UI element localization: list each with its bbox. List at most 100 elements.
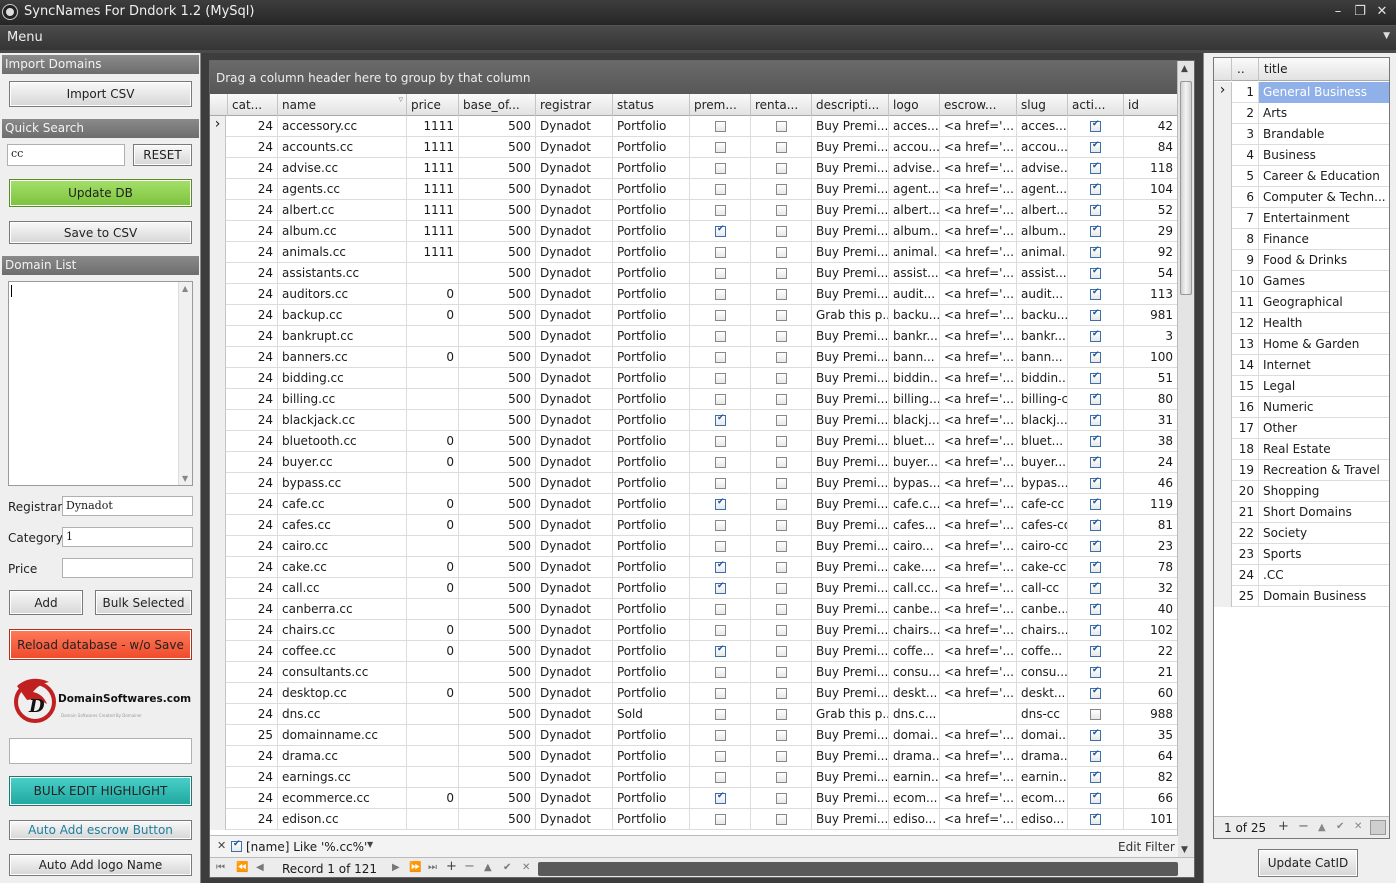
cell-status[interactable]: Portfolio [613,116,690,137]
category-title[interactable]: Food & Drinks [1259,250,1389,271]
cell-rent[interactable] [751,536,812,557]
prem-checkbox[interactable] [715,581,726,594]
search-input[interactable]: cc [7,144,125,166]
cell-rent[interactable] [751,599,812,620]
cell-slug[interactable]: advise... [1017,158,1068,179]
rent-checkbox[interactable] [776,625,787,636]
cell-prem[interactable] [690,137,751,158]
cell-active[interactable] [1068,704,1124,725]
update-db-button[interactable]: Update DB [9,179,192,207]
cell-active[interactable] [1068,179,1124,200]
cell-logo[interactable]: cafes... [889,515,940,536]
cell-rent[interactable] [751,263,812,284]
cell-id[interactable]: 78 [1124,557,1178,578]
category-title[interactable]: Entertainment [1259,208,1389,229]
cell-logo[interactable]: deskt... [889,683,940,704]
cell-desc[interactable]: Buy Premi... [812,557,889,578]
row-indicator[interactable] [1214,418,1232,439]
column-header-cat[interactable]: cat... [228,94,278,116]
cell-registrar[interactable]: Dynadot [536,578,613,599]
cell-slug[interactable]: backu... [1017,305,1068,326]
cell-rent[interactable] [751,179,812,200]
cell-slug[interactable]: billing-cc [1017,389,1068,410]
prem-checkbox[interactable] [715,560,726,573]
cell-registrar[interactable]: Dynadot [536,515,613,536]
cell-id[interactable]: 32 [1124,578,1178,599]
active-checkbox[interactable] [1090,287,1101,300]
cell-escrow[interactable]: <a href='... [940,221,1017,242]
row-indicator[interactable] [210,305,226,326]
column-header-price[interactable]: price [407,94,459,116]
cell-desc[interactable]: Buy Premi... [812,515,889,536]
row-indicator[interactable] [210,221,226,242]
active-checkbox[interactable] [1090,224,1101,237]
cell-status[interactable]: Portfolio [613,788,690,809]
restore-icon[interactable]: ❐ [1351,3,1369,21]
cell-registrar[interactable]: Dynadot [536,725,613,746]
cell-status[interactable]: Portfolio [613,158,690,179]
rent-checkbox[interactable] [776,520,787,531]
cell-desc[interactable]: Buy Premi... [812,116,889,137]
cell-prem[interactable] [690,683,751,704]
cell-cat[interactable]: 24 [228,221,278,242]
cell-escrow[interactable]: <a href='... [940,284,1017,305]
cell-active[interactable] [1068,431,1124,452]
table-row[interactable]: 24 drama.cc 500 Dynadot Portfolio Buy Premi..… [210,746,1178,767]
row-indicator[interactable] [1214,292,1232,313]
list-item[interactable]: 7 Entertainment [1214,208,1389,229]
prem-checkbox[interactable] [715,625,726,636]
cell-name[interactable]: ecommerce.cc [278,788,407,809]
cell-price[interactable]: 0 [407,620,459,641]
cell-price[interactable] [407,410,459,431]
cell-slug[interactable]: audit... [1017,284,1068,305]
cell-logo[interactable]: animal... [889,242,940,263]
category-id[interactable]: 25 [1232,586,1259,607]
prem-checkbox[interactable] [715,310,726,321]
cell-desc[interactable]: Buy Premi... [812,662,889,683]
row-indicator[interactable] [1214,103,1232,124]
cell-active[interactable] [1068,746,1124,767]
cell-prem[interactable] [690,158,751,179]
cell-registrar[interactable]: Dynadot [536,452,613,473]
cell-id[interactable]: 40 [1124,599,1178,620]
cell-rent[interactable] [751,557,812,578]
cell-name[interactable]: billing.cc [278,389,407,410]
cell-cat[interactable]: 24 [228,431,278,452]
row-indicator[interactable] [210,284,226,305]
cell-id[interactable]: 64 [1124,746,1178,767]
active-checkbox[interactable] [1090,392,1101,405]
cell-logo[interactable]: audit... [889,284,940,305]
cell-base[interactable]: 500 [459,494,536,515]
prem-checkbox[interactable] [715,121,726,132]
cell-active[interactable] [1068,158,1124,179]
cell-rent[interactable] [751,809,812,830]
rent-checkbox[interactable] [776,226,787,237]
active-checkbox[interactable] [1090,455,1101,468]
cell-prem[interactable] [690,368,751,389]
category-title[interactable]: Recreation & Travel [1259,460,1389,481]
prem-checkbox[interactable] [715,520,726,531]
cell-name[interactable]: banners.cc [278,347,407,368]
cell-name[interactable]: cafes.cc [278,515,407,536]
prem-checkbox[interactable] [715,142,726,153]
cell-desc[interactable]: Buy Premi... [812,578,889,599]
cell-escrow[interactable]: <a href='... [940,263,1017,284]
cell-escrow[interactable]: <a href='... [940,557,1017,578]
edit-filter-link[interactable]: Edit Filter [1118,840,1175,854]
cell-escrow[interactable]: <a href='... [940,116,1017,137]
cell-prem[interactable] [690,515,751,536]
cell-name[interactable]: accounts.cc [278,137,407,158]
previous-page-icon[interactable]: ⏪ [236,862,248,873]
prem-checkbox[interactable] [715,772,726,783]
table-row[interactable]: 24 bidding.cc 500 Dynadot Portfolio Buy Premi… [210,368,1178,389]
rent-checkbox[interactable] [776,541,787,552]
category-title[interactable]: Short Domains [1259,502,1389,523]
table-row[interactable]: 24ecommerce.cc0500DynadotPortfolio Buy Pr… [210,788,1178,809]
row-indicator[interactable] [210,578,226,599]
cell-slug[interactable]: coffe... [1017,641,1068,662]
prem-checkbox[interactable] [715,247,726,258]
table-row[interactable]: 24album.cc1111500DynadotPortfolio Buy Pre… [210,221,1178,242]
reset-button[interactable]: RESET [133,144,192,166]
table-row[interactable]: 24 canberra.cc 500 Dynadot Portfolio Buy Prem… [210,599,1178,620]
table-row[interactable]: 24 consultants.cc 500 Dynadot Portfolio Buy P… [210,662,1178,683]
